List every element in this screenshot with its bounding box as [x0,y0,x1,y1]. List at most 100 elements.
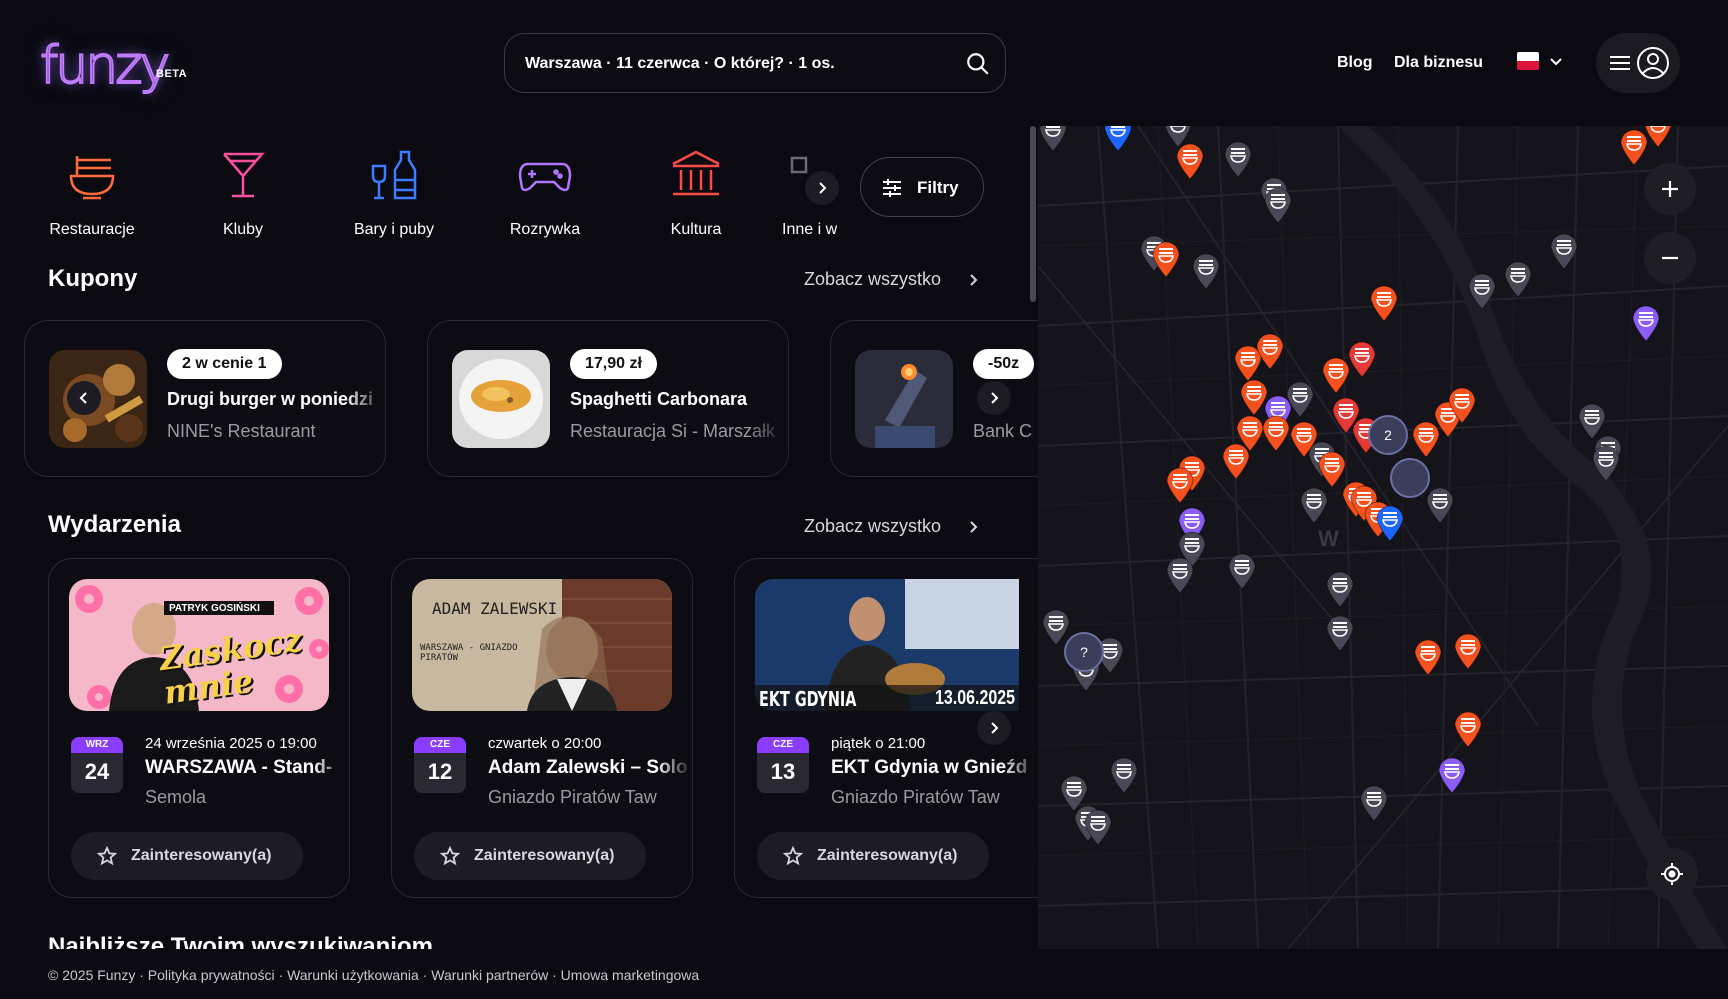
category-entertainment[interactable]: Rozrywka [480,146,610,239]
interested-button[interactable]: Zainteresowany(a) [71,832,303,880]
map-pin[interactable] [1446,384,1478,424]
map-pin[interactable] [1630,302,1662,342]
map-district-label: W [1318,526,1339,551]
map-pin[interactable] [1346,338,1378,378]
map-pin[interactable] [1190,250,1222,290]
map-pin[interactable] [1412,636,1444,676]
map-pin[interactable] [1324,612,1356,652]
chevron-right-icon[interactable] [966,273,980,287]
map-cluster[interactable]: 2 [1368,415,1408,455]
nav-business-link[interactable]: Dla biznesu [1394,54,1483,72]
map-pin[interactable] [1590,442,1622,482]
coupons-prev-button[interactable] [67,381,101,415]
category-bars[interactable]: Bary i puby [329,146,459,239]
map-pin[interactable] [1502,258,1534,298]
map-view[interactable]: W 2? [1038,126,1728,949]
locate-icon [1661,863,1683,885]
chevron-right-icon [991,392,999,404]
noodle-bowl-icon [69,156,115,200]
interested-button[interactable]: Zainteresowany(a) [757,832,989,880]
bottle-icon [371,150,417,200]
coupon-badge: -50z [973,349,1035,379]
map-pin[interactable] [1642,126,1674,148]
map-pin[interactable] [1150,238,1182,278]
fade-overlay [345,321,385,476]
event-month: CZE [757,737,809,753]
map-pin[interactable] [1164,464,1196,504]
map-cluster[interactable]: ? [1064,632,1104,672]
fade-overlay [748,321,788,476]
coupons-next-button[interactable] [977,381,1011,415]
left-panel-scrollbar[interactable] [1030,126,1036,302]
chevron-down-icon[interactable] [1548,54,1564,70]
category-label: Rozrywka [509,221,581,238]
event-card[interactable]: PATRYK GOSIŃSKI Zaskocz mnie WRZ 24 24 w… [48,558,350,898]
nav-blog-link[interactable]: Blog [1337,54,1373,72]
filters-button[interactable]: Filtry [860,157,984,217]
interested-button[interactable]: Zainteresowany(a) [414,832,646,880]
plus-icon [1662,181,1678,197]
map-pin[interactable] [1038,126,1069,152]
event-poster: EKT GDYNIA 13.06.2025 [755,579,1019,711]
menu-profile-button[interactable] [1596,33,1680,93]
map-pin[interactable] [1102,126,1134,152]
event-datetime: piątek o 21:00 [831,735,926,752]
zoom-in-button[interactable] [1644,163,1696,215]
event-date-badge: CZE 12 [414,737,466,793]
map-pin[interactable] [1262,184,1294,224]
map-pin[interactable] [1298,484,1330,524]
locate-me-button[interactable] [1646,848,1698,900]
poster-top-text: EKT GDYNIA [759,687,857,711]
event-poster: ADAM ZALEWSKI WARSZAWA - GNIAZDO PIRATÓW [412,579,672,711]
map-pin[interactable] [1324,568,1356,608]
events-see-all-link[interactable]: Zobacz wszystko [804,516,941,537]
map-pin[interactable] [1220,440,1252,480]
map-pin[interactable] [1410,418,1442,458]
event-date-badge: CZE 13 [757,737,809,793]
profile-icon [1637,47,1669,79]
events-next-button[interactable] [977,711,1011,745]
map-cluster[interactable] [1390,458,1430,498]
coupon-title: Drugi burger w poniedzi [167,389,373,409]
map-pin[interactable] [1174,140,1206,180]
polish-flag-icon[interactable] [1517,52,1539,70]
map-pin[interactable] [1452,708,1484,748]
map-pin[interactable] [1082,806,1114,846]
search-bar[interactable]: Warszawa · 11 czerwca · O której? · 1 os… [504,33,1006,93]
category-clubs[interactable]: Kluby [178,146,308,239]
funzy-logo[interactable]: funzy BETA [39,35,200,98]
search-summary[interactable]: Warszawa · 11 czerwca · O której? · 1 os… [525,55,835,73]
chevron-right-icon [991,722,999,734]
map-pin[interactable] [1436,754,1468,794]
minus-icon [1662,256,1678,260]
map-pin[interactable] [1374,502,1406,542]
category-label: Restauracje [49,221,135,238]
coupons-see-all-link[interactable]: Zobacz wszystko [804,269,941,290]
filters-label: Filtry [917,178,959,197]
map-pin[interactable] [1164,554,1196,594]
map-pin[interactable] [1254,330,1286,370]
category-culture[interactable]: Kultura [631,146,761,239]
poster-top-text: ADAM ZALEWSKI [432,599,558,618]
event-card[interactable]: ADAM ZALEWSKI WARSZAWA - GNIAZDO PIRATÓW… [391,558,693,898]
coupon-place: Restauracja Si - Marszałk [570,421,776,441]
categories-next-button[interactable] [805,171,839,205]
map-pin[interactable] [1424,484,1456,524]
map-pin[interactable] [1368,282,1400,322]
map-pin[interactable] [1226,550,1258,590]
map-pin[interactable] [1108,754,1140,794]
search-icon[interactable] [965,51,991,77]
fade-overlay [313,729,349,809]
footer-links[interactable]: © 2025 Funzy · Polityka prywatności · Wa… [48,967,699,983]
map-pin[interactable] [1222,138,1254,178]
map-pin[interactable] [1548,230,1580,270]
star-icon [783,846,803,866]
star-icon [97,846,117,866]
zoom-out-button[interactable] [1644,232,1696,284]
map-pin[interactable] [1452,630,1484,670]
chevron-right-icon[interactable] [966,520,980,534]
map-pin[interactable] [1358,782,1390,822]
category-restaurants[interactable]: Restauracje [27,146,157,239]
coupon-card[interactable]: 17,90 zł Spaghetti Carbonara Restauracja… [427,320,789,477]
map-pin[interactable] [1466,270,1498,310]
